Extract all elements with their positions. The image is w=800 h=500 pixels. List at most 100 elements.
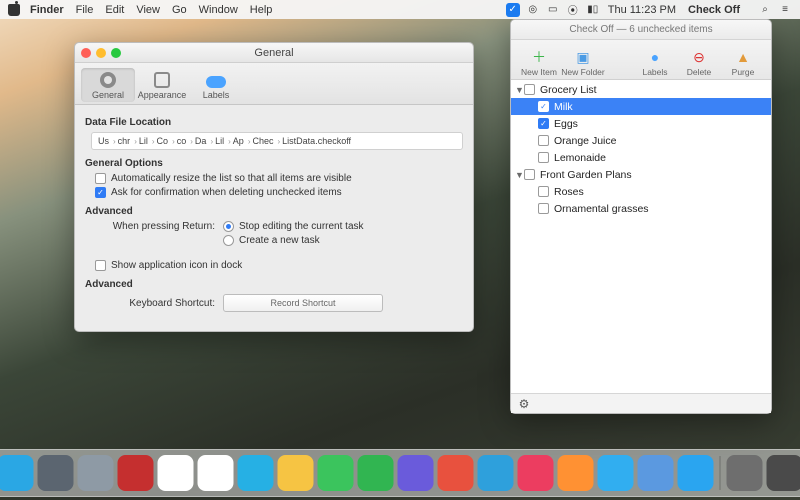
checkbox[interactable] — [538, 152, 549, 163]
checkbox-auto-resize[interactable] — [95, 173, 106, 184]
purge-button[interactable]: ▲Purge — [721, 48, 765, 77]
list-group[interactable]: ▼Front Garden Plans — [511, 166, 771, 183]
checkbox-ask-confirm[interactable]: ✓ — [95, 187, 106, 198]
panel-title: Check Off — 6 unchecked items — [511, 20, 771, 40]
checkbox[interactable] — [538, 186, 549, 197]
dock-app[interactable] — [38, 455, 74, 491]
dock-app[interactable] — [0, 455, 34, 491]
menu-app[interactable]: Finder — [30, 4, 64, 16]
dock-app[interactable] — [358, 455, 394, 491]
section-advanced2: Advanced — [85, 279, 463, 290]
section-advanced: Advanced — [85, 206, 463, 217]
menubar: Finder File Edit View Go Window Help ✓ ◎… — [0, 0, 800, 19]
label-auto-resize: Automatically resize the list so that al… — [111, 173, 352, 184]
panel-toolbar: ＋New Item ▣New Folder ●Labels ⊖Delete ▲P… — [511, 40, 771, 80]
appearance-icon — [154, 72, 170, 88]
checkbox[interactable] — [524, 169, 535, 180]
dock-app[interactable] — [318, 455, 354, 491]
label-return: When pressing Return: — [95, 221, 215, 232]
wifi-icon[interactable]: ⦿ — [566, 4, 580, 16]
prefs-title: General — [75, 47, 473, 59]
dock-app[interactable] — [678, 455, 714, 491]
prefs-toolbar: General Appearance Labels — [75, 63, 473, 105]
checkbox[interactable]: ✓ — [538, 101, 549, 112]
folder-plus-icon: ▣ — [573, 48, 593, 66]
dock-app[interactable] — [518, 455, 554, 491]
gear-icon — [100, 72, 116, 88]
dock-app[interactable] — [78, 455, 114, 491]
label-ask-confirm: Ask for confirmation when deleting unche… — [111, 187, 342, 198]
checkbox[interactable] — [538, 203, 549, 214]
task-list[interactable]: ▼Grocery List▶✓Milk▶✓Eggs▶Orange Juice▶L… — [511, 80, 771, 393]
close-button[interactable] — [81, 48, 91, 58]
radio-return-stop[interactable] — [223, 221, 234, 232]
settings-gear-icon[interactable]: ⚙ — [517, 397, 531, 411]
dock-app[interactable] — [118, 455, 154, 491]
dock-app[interactable] — [638, 455, 674, 491]
purge-icon: ▲ — [733, 48, 753, 66]
record-shortcut-button[interactable]: Record Shortcut — [223, 294, 383, 312]
menubar-checkoff-icon[interactable]: ✓ — [506, 3, 520, 17]
minimize-button[interactable] — [96, 48, 106, 58]
dock-app[interactable] — [478, 455, 514, 491]
zoom-button[interactable] — [111, 48, 121, 58]
dock-app[interactable] — [398, 455, 434, 491]
checkbox[interactable]: ✓ — [538, 118, 549, 129]
menu-view[interactable]: View — [136, 4, 160, 16]
clock[interactable]: Thu 11:23 PM — [608, 4, 676, 16]
search-icon[interactable]: ⌕ — [758, 4, 772, 16]
list-item[interactable]: ▶✓Eggs — [511, 115, 771, 132]
tab-labels[interactable]: Labels — [189, 70, 243, 102]
checkbox[interactable] — [538, 135, 549, 146]
dock-app[interactable] — [558, 455, 594, 491]
menubar-checkoff[interactable]: Check Off — [688, 4, 740, 16]
list-icon[interactable]: ≡ — [778, 4, 792, 16]
menu-help[interactable]: Help — [250, 4, 273, 16]
list-group[interactable]: ▼Grocery List — [511, 81, 771, 98]
panel-footer: ⚙ — [511, 393, 771, 413]
dock-app[interactable] — [198, 455, 234, 491]
menu-window[interactable]: Window — [199, 4, 238, 16]
minus-icon: ⊖ — [689, 48, 709, 66]
label-shortcut: Keyboard Shortcut: — [95, 298, 215, 309]
dock[interactable] — [0, 449, 800, 497]
prefs-titlebar[interactable]: General — [75, 43, 473, 63]
section-data-file: Data File Location — [85, 117, 463, 128]
section-general-options: General Options — [85, 158, 463, 169]
list-item[interactable]: ▶Lemonaide — [511, 149, 771, 166]
menu-go[interactable]: Go — [172, 4, 187, 16]
plus-icon: ＋ — [529, 48, 549, 66]
display-icon[interactable]: ▭ — [546, 4, 560, 16]
path-control[interactable]: Us›chr›Lil›Co›co›Da›Lil›Ap›Chec›ListData… — [91, 132, 463, 150]
battery-icon[interactable]: ▮▯ — [586, 4, 600, 16]
dock-app[interactable] — [238, 455, 274, 491]
list-item[interactable]: ▶Roses — [511, 183, 771, 200]
list-item[interactable]: ▶Orange Juice — [511, 132, 771, 149]
dock-app[interactable] — [598, 455, 634, 491]
checkbox-show-dock[interactable] — [95, 260, 106, 271]
menu-edit[interactable]: Edit — [105, 4, 124, 16]
new-folder-button[interactable]: ▣New Folder — [561, 48, 605, 77]
spotlight-cloud-icon[interactable]: ◎ — [526, 4, 540, 16]
radio-return-new[interactable] — [223, 235, 234, 246]
delete-button[interactable]: ⊖Delete — [677, 48, 721, 77]
label-show-dock: Show application icon in dock — [111, 260, 242, 271]
label-return-stop: Stop editing the current task — [239, 221, 364, 232]
preferences-window: General General Appearance Labels Data F… — [74, 42, 474, 332]
tab-general[interactable]: General — [81, 68, 135, 102]
list-item[interactable]: ▶Ornamental grasses — [511, 200, 771, 217]
apple-icon[interactable] — [8, 4, 20, 16]
tab-appearance[interactable]: Appearance — [135, 68, 189, 102]
dock-app[interactable] — [158, 455, 194, 491]
checkbox[interactable] — [524, 84, 535, 95]
labels-icon — [206, 76, 226, 88]
list-item[interactable]: ▶✓Milk — [511, 98, 771, 115]
dock-app[interactable] — [767, 455, 800, 491]
label-icon: ● — [645, 48, 665, 66]
dock-app[interactable] — [438, 455, 474, 491]
labels-button[interactable]: ●Labels — [633, 48, 677, 77]
dock-app[interactable] — [278, 455, 314, 491]
dock-app[interactable] — [727, 455, 763, 491]
new-item-button[interactable]: ＋New Item — [517, 48, 561, 77]
menu-file[interactable]: File — [76, 4, 94, 16]
